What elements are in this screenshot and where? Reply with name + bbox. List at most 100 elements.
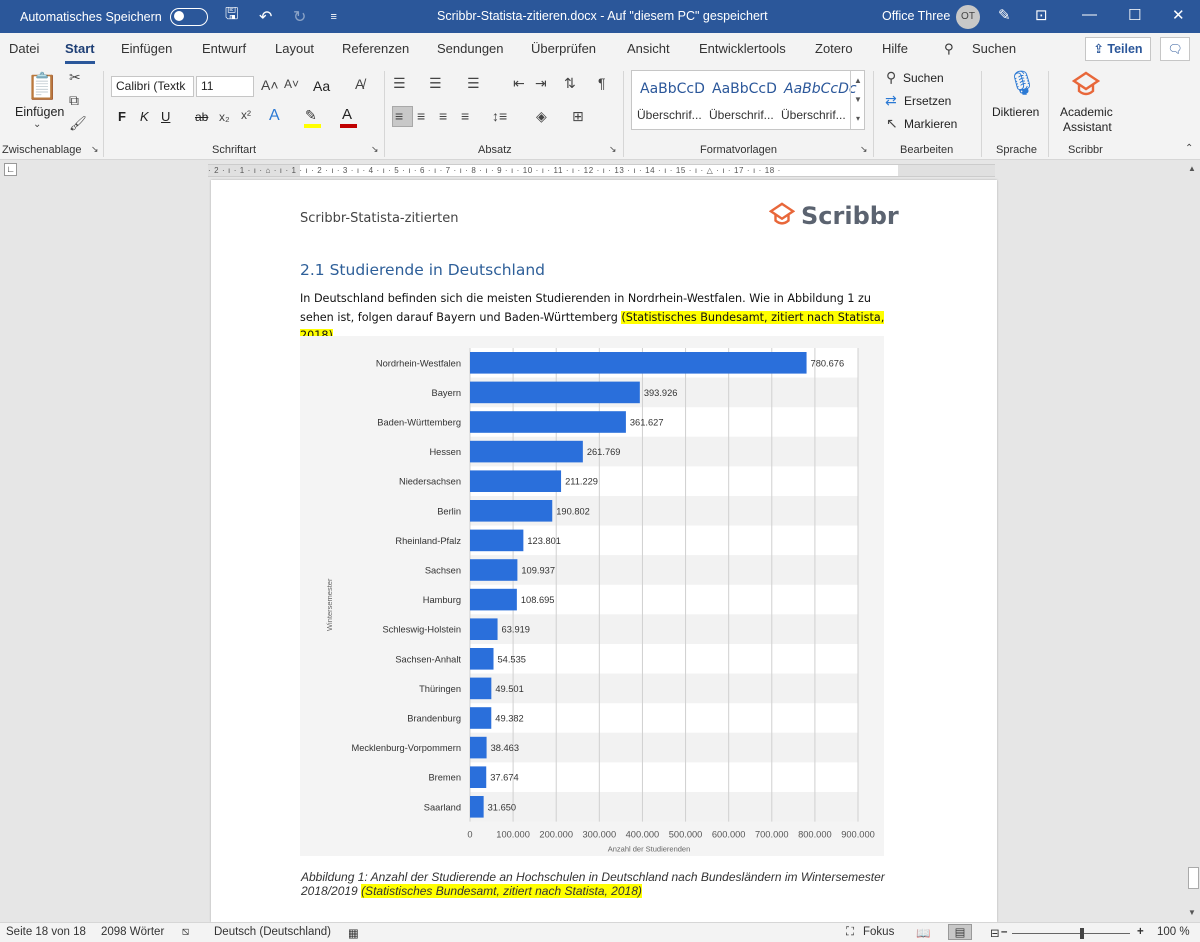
style-name[interactable]: Überschrif... <box>781 108 846 122</box>
line-spacing-icon[interactable]: ↕≡ <box>492 108 507 124</box>
decrease-indent-icon[interactable]: ⇤ <box>513 75 525 92</box>
pilcrow-icon[interactable]: ¶ <box>598 75 606 91</box>
increase-indent-icon[interactable]: ⇥ <box>535 75 547 92</box>
avatar[interactable]: OT <box>956 5 980 29</box>
style-sample[interactable]: AaBbCcD <box>640 81 705 97</box>
select-icon[interactable]: ↖ <box>886 115 898 132</box>
chevron-down-icon[interactable]: ⌄ <box>33 119 41 130</box>
text-effects-icon[interactable]: A <box>269 107 280 125</box>
numbering-icon[interactable]: ☰ <box>429 75 442 92</box>
bold-button[interactable]: F <box>118 109 126 124</box>
tab-selector-icon[interactable]: ∟ <box>4 163 17 176</box>
font-size-select[interactable]: 11 <box>196 76 254 97</box>
align-left-icon[interactable]: ≡ <box>395 108 403 124</box>
replace-button[interactable]: Ersetzen <box>904 94 951 108</box>
minimize-icon[interactable]: — <box>1082 6 1097 23</box>
tab-start[interactable]: Start <box>65 41 95 64</box>
clipboard-paste-icon[interactable]: 📋 <box>26 71 58 102</box>
scroll-down-icon[interactable]: ▼ <box>1188 908 1196 917</box>
tab-ansicht[interactable]: Ansicht <box>627 41 670 56</box>
dictate-button[interactable]: Diktieren <box>992 105 1039 119</box>
copy-icon[interactable]: ⧉ <box>69 92 79 109</box>
ribbon-display-icon[interactable]: ⊡ <box>1035 6 1048 24</box>
tab-referenzen[interactable]: Referenzen <box>342 41 409 56</box>
tab-einfuegen[interactable]: Einfügen <box>121 41 172 56</box>
style-name[interactable]: Überschrif... <box>637 108 702 122</box>
language-status[interactable]: Deutsch (Deutschland) <box>214 926 331 938</box>
multilevel-list-icon[interactable]: ☰ <box>467 75 480 92</box>
highlight-icon[interactable]: ✎ <box>305 107 317 124</box>
paste-button[interactable]: Einfügen <box>15 105 64 119</box>
find-icon[interactable]: ⚲ <box>886 69 896 86</box>
tab-entwicklertools[interactable]: Entwicklertools <box>699 41 786 56</box>
replace-icon[interactable]: ⇄ <box>885 92 897 109</box>
customize-toolbar-icon[interactable]: ≡ <box>324 11 344 23</box>
tab-sendungen[interactable]: Sendungen <box>437 41 504 56</box>
font-color-icon[interactable]: A <box>342 106 352 123</box>
styles-scroll-icon[interactable]: ▲ ▼ ▾ <box>850 71 865 129</box>
page-count[interactable]: Seite 18 von 18 <box>6 926 86 938</box>
dialog-launcher-icon[interactable]: ↘ <box>609 144 617 155</box>
tab-zotero[interactable]: Zotero <box>815 41 853 56</box>
dialog-launcher-icon[interactable]: ↘ <box>371 144 379 155</box>
dialog-launcher-icon[interactable]: ↘ <box>860 144 868 155</box>
document-page[interactable]: Scribbr-Statista-zitierten Scribbr 2.1 S… <box>211 180 997 922</box>
print-layout-icon[interactable]: ▤ <box>948 924 972 940</box>
italic-button[interactable]: K <box>140 109 149 124</box>
web-layout-icon[interactable]: ⊟ <box>990 926 1000 940</box>
tab-layout[interactable]: Layout <box>275 41 314 56</box>
pen-icon[interactable]: ✎ <box>998 6 1011 24</box>
select-button[interactable]: Markieren <box>904 117 957 131</box>
share-button[interactable]: ⇪ Teilen <box>1085 37 1151 61</box>
style-sample[interactable]: AaBbCcD <box>712 81 777 97</box>
underline-button[interactable]: U <box>161 109 170 124</box>
bullets-icon[interactable]: ☰ <box>393 75 406 92</box>
proofing-icon[interactable]: ⧅ <box>182 926 189 939</box>
subscript-icon[interactable]: x₂ <box>219 110 230 124</box>
zoom-out-icon[interactable]: – <box>1001 926 1007 938</box>
redo-icon[interactable]: ↻ <box>290 7 310 27</box>
style-name[interactable]: Überschrif... <box>709 108 774 122</box>
justify-icon[interactable]: ≡ <box>461 108 469 124</box>
style-sample[interactable]: AaBbCcDc <box>784 81 857 97</box>
superscript-icon[interactable]: x² <box>241 108 251 122</box>
zoom-slider-knob[interactable] <box>1080 928 1084 939</box>
align-right-icon[interactable]: ≡ <box>439 108 447 124</box>
horizontal-ruler[interactable]: · 2 · ı · 1 · ı · ⌂ · ı · 1 · ı · 2 · ı … <box>208 164 995 177</box>
zoom-in-icon[interactable]: + <box>1137 926 1144 938</box>
tab-datei[interactable]: Datei <box>9 41 39 56</box>
scribbr-assistant-icon[interactable] <box>1072 71 1100 99</box>
tab-hilfe[interactable]: Hilfe <box>882 41 908 56</box>
assistant-label-line1[interactable]: Academic <box>1060 105 1113 119</box>
microphone-icon[interactable]: 🎙 <box>1007 69 1037 98</box>
scrollbar-thumb[interactable] <box>1188 867 1199 889</box>
word-count[interactable]: 2098 Wörter <box>101 926 164 938</box>
assistant-label-line2[interactable]: Assistant <box>1063 120 1112 134</box>
zoom-slider-track[interactable] <box>1012 933 1130 934</box>
format-painter-icon[interactable]: 🖌 <box>69 115 87 132</box>
shading-icon[interactable]: ◈ <box>536 108 547 125</box>
find-button[interactable]: Suchen <box>903 71 944 85</box>
shrink-font-icon[interactable]: A˅ <box>284 77 299 91</box>
dialog-launcher-icon[interactable]: ↘ <box>91 144 99 155</box>
close-icon[interactable]: ✕ <box>1172 6 1185 24</box>
zoom-level[interactable]: 100 % <box>1157 926 1190 938</box>
grow-font-icon[interactable]: A˄ <box>261 77 279 93</box>
macro-icon[interactable]: ▦ <box>348 926 359 940</box>
cut-icon[interactable]: ✂ <box>69 69 81 86</box>
focus-button[interactable]: Fokus <box>863 926 894 938</box>
search-box[interactable]: Suchen <box>972 41 1016 56</box>
read-mode-icon[interactable]: 📖 <box>916 926 930 940</box>
tab-ueberpruefen[interactable]: Überprüfen <box>531 41 596 56</box>
borders-icon[interactable]: ⊞ <box>572 108 584 125</box>
maximize-icon[interactable]: ☐ <box>1128 6 1141 24</box>
tab-entwurf[interactable]: Entwurf <box>202 41 246 56</box>
save-icon[interactable]: 🖫 <box>222 3 242 30</box>
comments-button[interactable]: 🗨 <box>1160 37 1190 61</box>
scroll-up-icon[interactable]: ▲ <box>1188 164 1196 173</box>
sort-icon[interactable]: ⇅ <box>564 75 576 92</box>
collapse-ribbon-icon[interactable]: ⌃ <box>1185 143 1193 154</box>
align-center-icon[interactable]: ≡ <box>417 108 425 124</box>
vertical-scrollbar[interactable]: ▲ ▼ <box>1186 160 1200 922</box>
clear-formatting-icon[interactable]: A̸ <box>355 76 364 92</box>
